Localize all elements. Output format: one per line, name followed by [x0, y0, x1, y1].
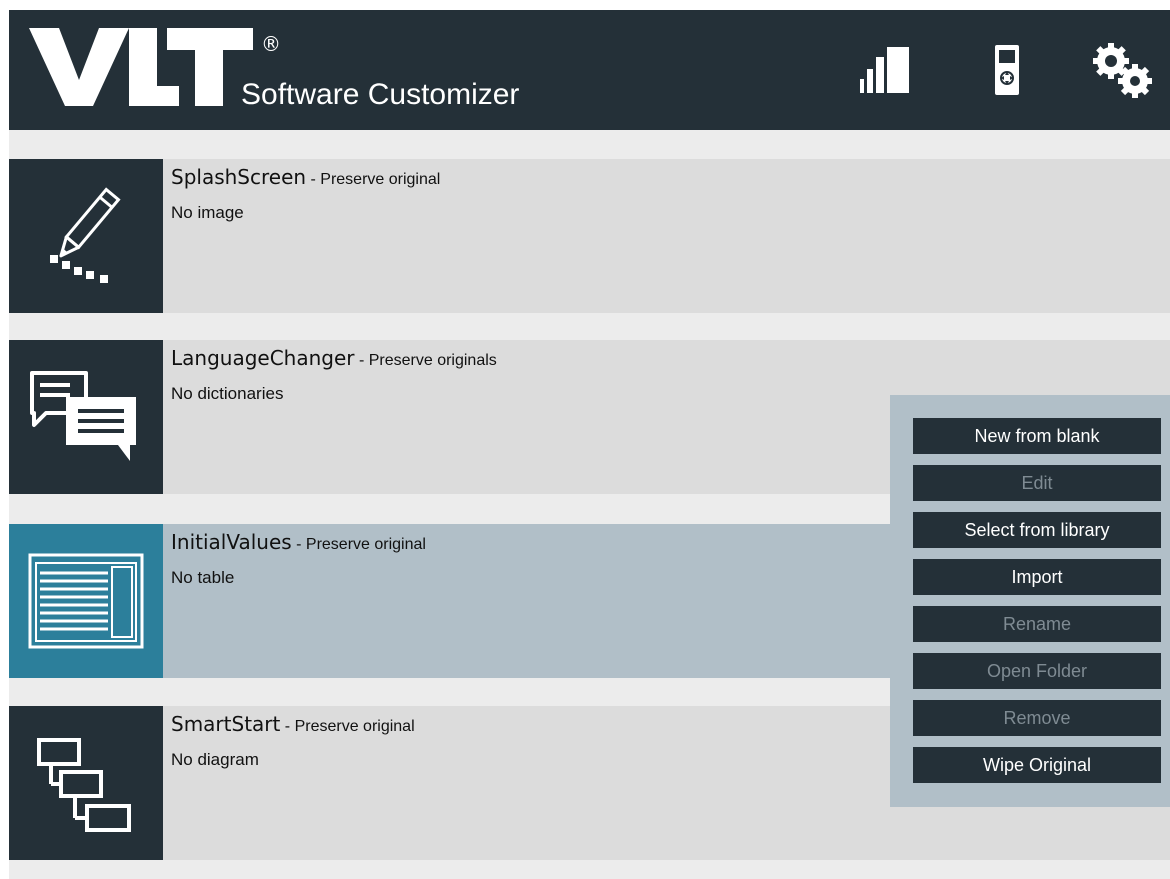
module-status: - Preserve original: [306, 171, 441, 188]
module-name: LanguageChanger: [171, 346, 355, 370]
module-status: - Preserve original: [291, 536, 426, 553]
module-status: - Preserve original: [280, 718, 415, 735]
rename-button[interactable]: Rename: [913, 606, 1161, 642]
module-icon-tile: [9, 524, 163, 678]
module-icon-tile: [9, 340, 163, 494]
module-icon-tile: [9, 706, 163, 860]
speech-bubbles-icon: [30, 371, 136, 461]
pencil-icon: [50, 187, 121, 283]
module-detail: No dictionaries: [171, 384, 284, 403]
module-detail: No diagram: [171, 750, 259, 769]
context-menu: New from blank Edit Select from library …: [890, 395, 1170, 807]
module-detail: No table: [171, 568, 235, 587]
module-title: InitialValues - Preserve original: [171, 530, 426, 554]
module-title: LanguageChanger - Preserve originals: [171, 346, 497, 370]
header-bar: ® Software Customizer: [9, 10, 1170, 130]
app-window: ® Software Customizer SplashScreen - Pre…: [9, 10, 1170, 879]
select-from-library-button[interactable]: Select from library: [913, 512, 1161, 548]
remove-button[interactable]: Remove: [913, 700, 1161, 736]
settings-button[interactable]: [1087, 34, 1157, 106]
module-name: InitialValues: [171, 530, 292, 554]
registered-mark: ®: [261, 32, 281, 56]
app-subtitle: Software Customizer: [241, 78, 520, 111]
gears-icon: [1093, 43, 1152, 98]
module-name: SplashScreen: [171, 165, 307, 189]
statistics-button[interactable]: [848, 34, 918, 106]
module-detail: No image: [171, 203, 244, 222]
new-from-blank-button[interactable]: New from blank: [913, 418, 1161, 454]
open-folder-button[interactable]: Open Folder: [913, 653, 1161, 689]
vlt-logo: [29, 28, 253, 106]
module-title: SmartStart - Preserve original: [171, 712, 415, 736]
edit-button[interactable]: Edit: [913, 465, 1161, 501]
module-splashscreen[interactable]: SplashScreen - Preserve original No imag…: [9, 159, 1170, 313]
signal-bars-icon: [860, 47, 909, 93]
module-name: SmartStart: [171, 712, 281, 736]
control-panel-button[interactable]: [972, 34, 1042, 106]
stepped-boxes-icon: [37, 738, 131, 832]
import-button[interactable]: Import: [913, 559, 1161, 595]
wipe-original-button[interactable]: Wipe Original: [913, 747, 1161, 783]
module-status: - Preserve originals: [354, 352, 497, 369]
control-panel-icon: [995, 45, 1019, 95]
table-window-icon: [28, 553, 144, 649]
module-title: SplashScreen - Preserve original: [171, 165, 440, 189]
module-icon-tile: [9, 159, 163, 313]
